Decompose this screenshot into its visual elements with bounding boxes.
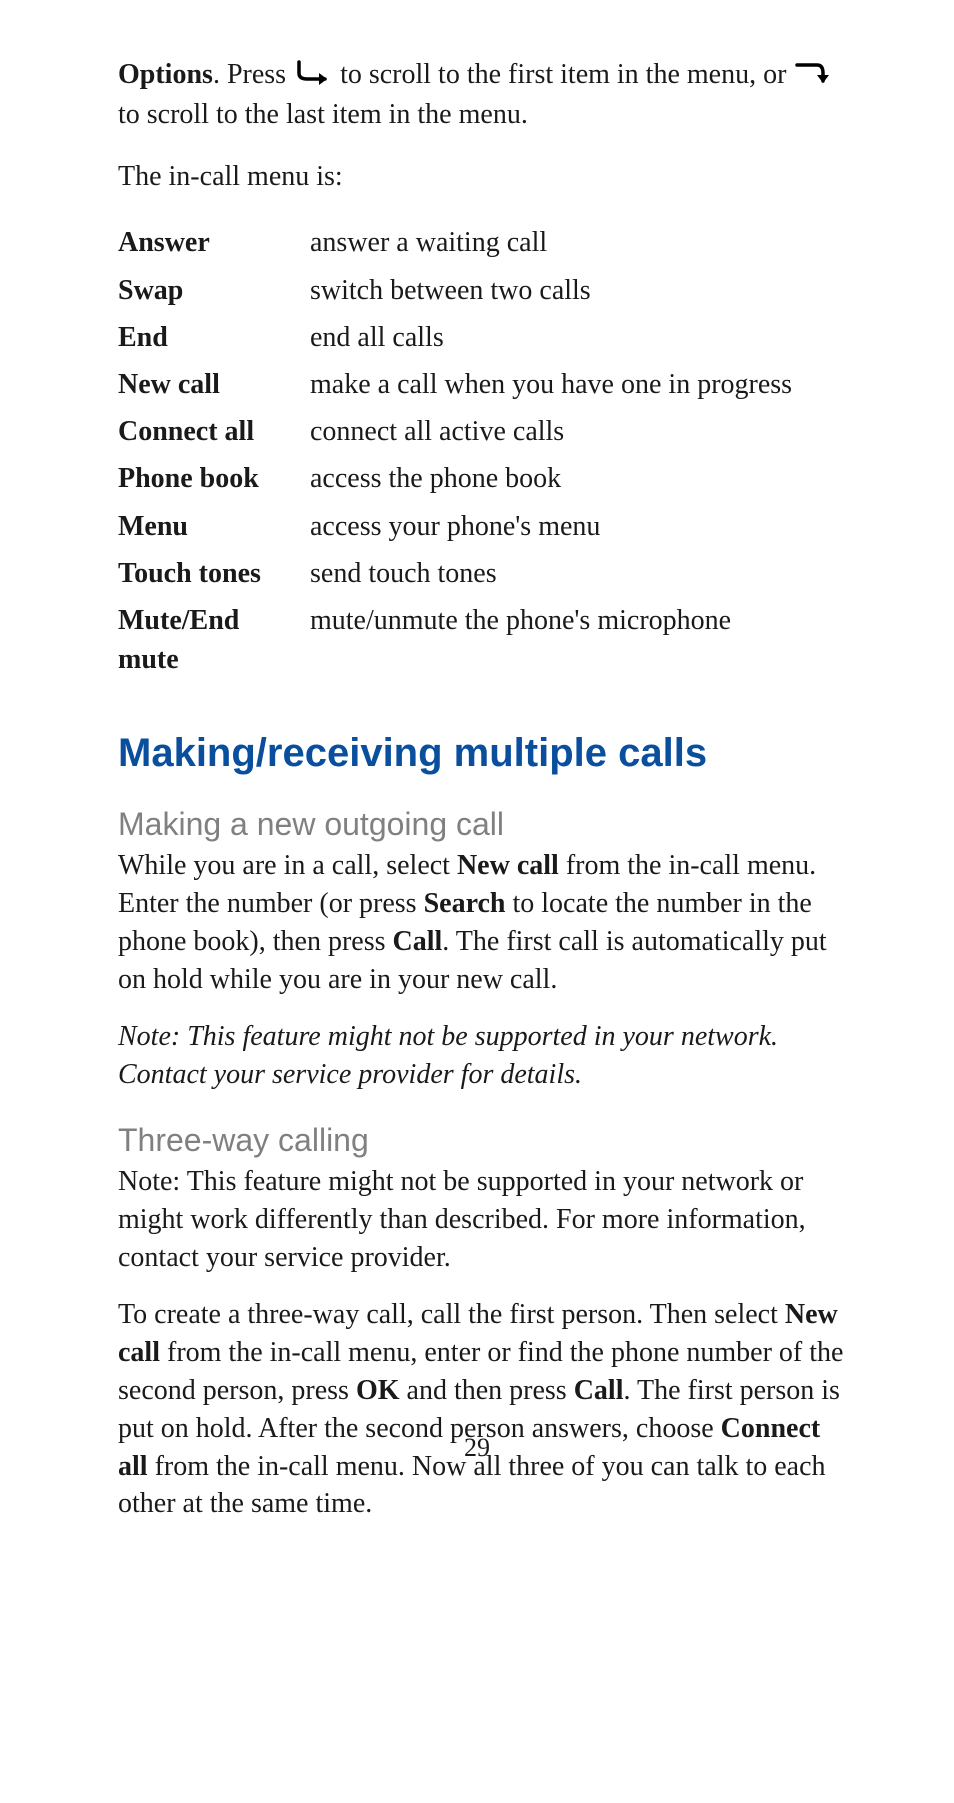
menu-term: New call [118, 361, 310, 408]
b: Call [393, 926, 443, 957]
menu-desc: send touch tones [310, 550, 844, 597]
three-way-paragraph: To create a three-way call, call the fir… [118, 1296, 844, 1523]
scroll-down-icon [293, 58, 333, 96]
subheading-three-way: Three-way calling [118, 1122, 844, 1159]
menu-term: Answer [118, 219, 310, 266]
menu-term: Swap [118, 267, 310, 314]
page-number: 29 [0, 1433, 954, 1463]
menu-term: Mute/End mute [118, 597, 310, 683]
menu-term: End [118, 314, 310, 361]
t: and then press [400, 1375, 574, 1406]
incall-menu-intro: The in-call menu is: [118, 158, 844, 196]
b: Call [574, 1375, 624, 1406]
incall-menu-table: Answeranswer a waiting callSwapswitch be… [118, 219, 844, 683]
table-row: Connect allconnect all active calls [118, 408, 844, 455]
menu-desc: answer a waiting call [310, 219, 844, 266]
intro-paragraph: Options. Press to scroll to the first it… [118, 56, 844, 134]
menu-term: Menu [118, 503, 310, 550]
scroll-up-icon [793, 58, 833, 96]
menu-term: Connect all [118, 408, 310, 455]
b: Search [424, 888, 506, 919]
menu-term: Phone book [118, 455, 310, 502]
menu-desc: access your phone's menu [310, 503, 844, 550]
t: To create a three-way call, call the fir… [118, 1299, 785, 1330]
table-row: Endend all calls [118, 314, 844, 361]
b: New call [457, 850, 559, 881]
table-row: Mute/End mutemute/unmute the phone's mic… [118, 597, 844, 683]
table-row: Answeranswer a waiting call [118, 219, 844, 266]
table-row: Swapswitch between two calls [118, 267, 844, 314]
options-label: Options [118, 59, 213, 90]
table-row: Menuaccess your phone's menu [118, 503, 844, 550]
t: While you are in a call, select [118, 850, 457, 881]
page: Options. Press to scroll to the first it… [0, 0, 954, 1803]
menu-desc: end all calls [310, 314, 844, 361]
intro-text-3: to scroll to the last item in the menu. [118, 99, 528, 130]
intro-text-1: . Press [213, 59, 293, 90]
section-heading: Making/receiving multiple calls [118, 731, 844, 776]
menu-desc: switch between two calls [310, 267, 844, 314]
menu-desc: access the phone book [310, 455, 844, 502]
b: OK [356, 1375, 400, 1406]
subheading-new-call: Making a new outgoing call [118, 806, 844, 843]
menu-desc: connect all active calls [310, 408, 844, 455]
menu-term: Touch tones [118, 550, 310, 597]
menu-desc: mute/unmute the phone's microphone [310, 597, 844, 683]
intro-text-2: to scroll to the first item in the menu,… [340, 59, 793, 90]
table-row: Phone bookaccess the phone book [118, 455, 844, 502]
new-call-note: Note: This feature might not be supporte… [118, 1018, 844, 1094]
table-row: Touch tonessend touch tones [118, 550, 844, 597]
menu-desc: make a call when you have one in progres… [310, 361, 844, 408]
table-row: New callmake a call when you have one in… [118, 361, 844, 408]
three-way-note: Note: This feature might not be supporte… [118, 1163, 844, 1276]
new-call-paragraph: While you are in a call, select New call… [118, 847, 844, 998]
